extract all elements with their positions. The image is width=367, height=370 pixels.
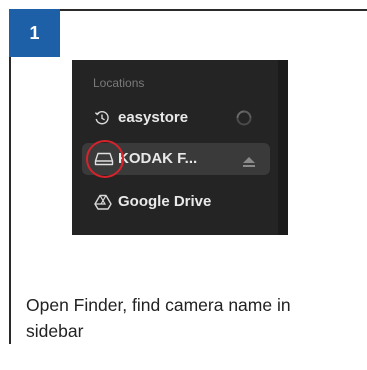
sidebar-item-label: easystore: [118, 109, 189, 126]
google-drive-icon: [94, 194, 112, 214]
highlight-circle: [86, 140, 124, 178]
sidebar-section-heading: Locations: [93, 76, 145, 90]
finder-sidebar-screenshot: Locations easystore KODAK F... Google Dr…: [72, 60, 288, 235]
step-number-badge: 1: [9, 9, 60, 57]
clock-drive-icon: [94, 110, 110, 130]
eject-icon[interactable]: [242, 153, 256, 172]
sidebar-right-edge: [278, 60, 288, 235]
frame-top-border: [9, 9, 367, 11]
sidebar-item-easystore[interactable]: easystore: [82, 102, 270, 134]
sidebar-item-label: KODAK F...: [118, 150, 198, 167]
sidebar-item-label: Google Drive: [118, 193, 212, 210]
step-caption: Open Finder, find camera name in sidebar: [26, 295, 291, 341]
sync-spinner-icon: [236, 110, 252, 130]
frame-left-border: [9, 9, 11, 344]
sidebar-item-google-drive[interactable]: Google Drive: [82, 186, 270, 218]
step-number: 1: [29, 22, 40, 43]
